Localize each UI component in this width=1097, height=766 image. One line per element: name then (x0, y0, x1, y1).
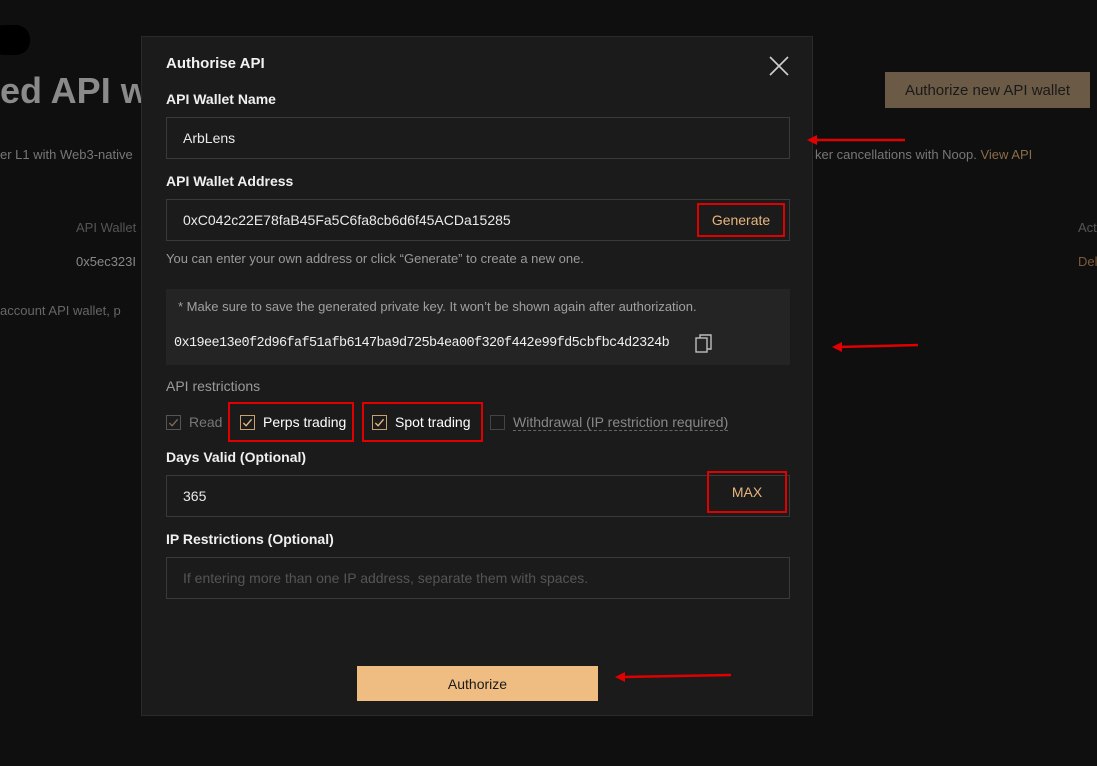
copy-icon[interactable] (695, 334, 713, 354)
authorize-new-api-wallet-button[interactable]: Authorize new API wallet (885, 72, 1090, 108)
annotation-arrow (832, 342, 919, 352)
check-icon (168, 418, 179, 427)
wallet-name-label: API Wallet Name (166, 91, 276, 107)
spot-trading-label: Spot trading (395, 414, 471, 430)
address-hint: You can enter your own address or click … (166, 251, 584, 266)
private-key-warning: * Make sure to save the generated privat… (178, 299, 697, 314)
modal-title: Authorise API (166, 55, 265, 72)
perps-trading-checkbox[interactable]: Perps trading (228, 402, 354, 442)
checkbox-box (372, 414, 387, 430)
read-checkbox[interactable]: Read (166, 405, 222, 439)
wallet-address-input[interactable] (183, 212, 683, 228)
days-valid-field[interactable]: MAX (166, 471, 790, 517)
days-valid-input[interactable] (183, 488, 663, 504)
action-column-header: Act (1078, 220, 1097, 235)
background-pill (0, 25, 30, 55)
annotation-arrow (807, 135, 905, 145)
background-note: account API wallet, p (0, 303, 121, 318)
ip-restrictions-input[interactable] (183, 570, 773, 586)
close-icon[interactable] (766, 53, 792, 79)
spot-trading-checkbox[interactable]: Spot trading (362, 402, 483, 442)
checkbox-box (240, 414, 255, 430)
ip-restrictions-field[interactable] (166, 557, 790, 599)
private-key-box: * Make sure to save the generated privat… (166, 289, 790, 365)
background-description-right: ker cancellations with Noop. View API (815, 147, 1033, 162)
withdrawal-checkbox[interactable]: Withdrawal (IP restriction required) (490, 405, 729, 439)
withdrawal-label: Withdrawal (IP restriction required) (513, 413, 729, 431)
days-valid-label: Days Valid (Optional) (166, 449, 307, 465)
perps-trading-label: Perps trading (263, 414, 347, 430)
private-key-value: 0x19ee13e0f2d96faf51afb6147ba9d725b4ea00… (174, 336, 670, 351)
wallet-address-field[interactable]: Generate (166, 199, 790, 241)
api-wallet-address-cell: 0x5ec323I (76, 254, 136, 269)
wallet-name-input[interactable] (183, 130, 773, 146)
delete-link[interactable]: Del (1078, 254, 1097, 269)
background-description: er L1 with Web3-native (0, 147, 133, 162)
generate-button[interactable]: Generate (697, 203, 785, 237)
api-restrictions-group: Read Perps trading Spot trading Withdraw… (166, 402, 806, 442)
authorise-api-modal: Authorise API API Wallet Name API Wallet… (141, 36, 813, 716)
annotation-arrow (615, 672, 732, 682)
view-api-link[interactable]: View API (980, 147, 1032, 162)
api-wallet-column-header: API Wallet (76, 220, 137, 235)
wallet-name-field[interactable] (166, 117, 790, 159)
check-icon (242, 418, 253, 427)
checkbox-box (166, 414, 181, 430)
wallet-address-label: API Wallet Address (166, 173, 294, 189)
authorize-button[interactable]: Authorize (357, 666, 598, 701)
max-button[interactable]: MAX (707, 471, 787, 513)
read-checkbox-label: Read (189, 414, 223, 430)
api-restrictions-label: API restrictions (166, 378, 261, 394)
check-icon (374, 418, 385, 427)
checkbox-box (490, 414, 505, 430)
ip-restrictions-label: IP Restrictions (Optional) (166, 531, 334, 547)
